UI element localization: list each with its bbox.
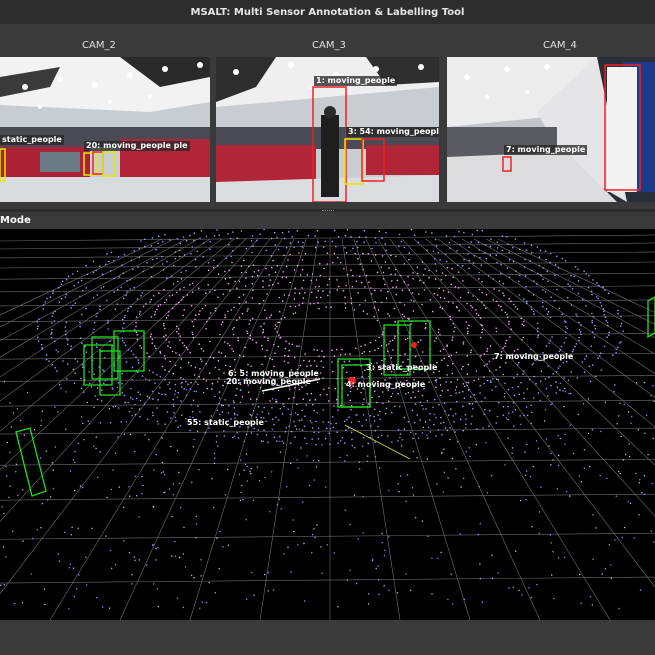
label-3: 3: static_people <box>366 363 438 372</box>
point-cloud <box>0 229 655 610</box>
box-right-edge <box>647 296 655 339</box>
cam4-image <box>447 57 655 202</box>
window-title: MSALT: Multi Sensor Annotation & Labelli… <box>0 0 655 24</box>
label-20: 20: moving_people <box>226 377 311 386</box>
camera-strip: CAM_2 static_people 20: moving_people pl… <box>0 24 655 209</box>
bottom-bar <box>0 620 655 655</box>
cam4-label-7: 7: moving_people <box>504 145 588 155</box>
cam2-label-static: static_people <box>0 135 64 145</box>
cam4-title: CAM_4 <box>543 40 577 51</box>
pointcloud-canvas <box>0 229 655 620</box>
cam3-view[interactable]: 1: moving_people 3: 54: moving_people <box>216 57 439 202</box>
cam3-label-1: 1: moving_people <box>314 76 398 86</box>
point-highlight-red2 <box>411 342 417 348</box>
cam3-title: CAM_3 <box>312 40 346 51</box>
pointcloud-viewer[interactable]: 6: 5: moving_people 20: moving_people 3:… <box>0 229 655 620</box>
cam2-title: CAM_2 <box>82 40 116 51</box>
mode-label: Mode <box>0 212 655 229</box>
cam2-label-20: 20: moving_people ple <box>84 141 190 151</box>
cam2-view[interactable]: static_people 20: moving_people ple <box>0 57 210 202</box>
label-7: 7: moving_people <box>494 352 574 361</box>
label-4: 4: moving_people <box>346 380 426 389</box>
box-far-left <box>15 427 47 497</box>
bounding-boxes <box>15 296 655 497</box>
ground-grid <box>0 234 655 620</box>
cam4-view[interactable]: 7: moving_people <box>447 57 655 202</box>
cam3-label-3-54: 3: 54: moving_people <box>346 127 439 137</box>
cam2-image <box>0 57 210 202</box>
label-55: 55: static_people <box>187 418 264 427</box>
